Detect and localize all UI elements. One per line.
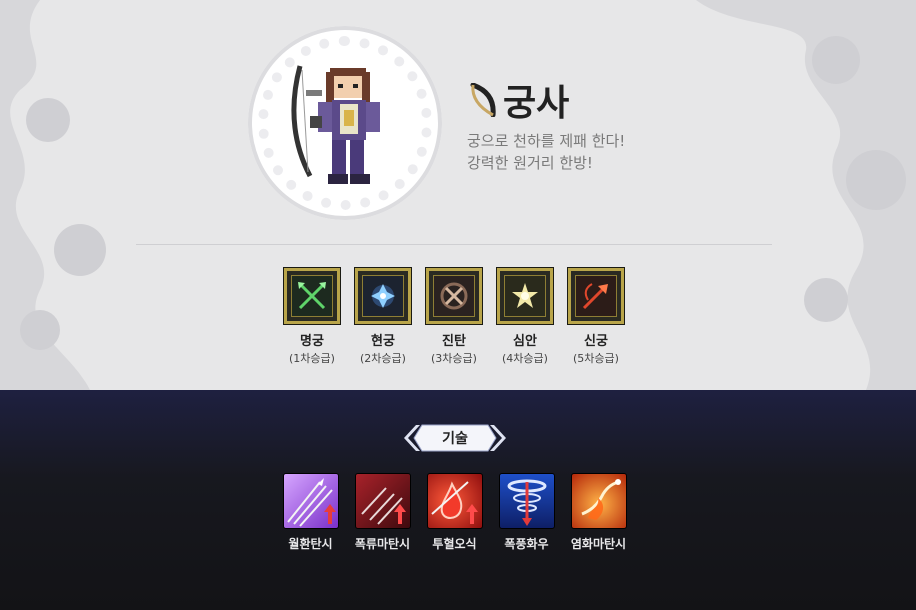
advancement-name: 심안 (513, 334, 537, 349)
advancement-name: 진탄 (442, 334, 466, 349)
skill-name: 폭류마탄시 (354, 537, 411, 551)
advancement-tier: (5차승급) (573, 352, 619, 365)
advancement-name: 현궁 (371, 334, 395, 349)
advancement-item-simam[interactable]: 심안 (4차승급) (496, 267, 554, 366)
character-portrait (248, 26, 442, 220)
advancement-icon-frame (496, 267, 554, 325)
x-seal-icon (440, 282, 468, 310)
advancement-icon-frame (283, 267, 341, 325)
left-cloud-decoration (0, 0, 106, 390)
skill-item-tuhyeolosik[interactable]: 투혈오식 (426, 473, 483, 552)
skill-icon-frame (570, 473, 627, 529)
skill-name: 월환탄시 (288, 537, 333, 551)
archer-character-icon (291, 65, 380, 184)
advancement-tier: (4차승급) (502, 352, 548, 365)
crossed-arrows-icon (298, 282, 326, 310)
class-title: 궁사 (467, 74, 569, 126)
advancement-item-hyeongung[interactable]: 현궁 (2차승급) (354, 267, 412, 366)
flame-arrow-icon (580, 479, 621, 520)
storm-arrow-icon (507, 479, 546, 526)
advancement-tier: (2차승급) (360, 352, 406, 365)
moon-arrows-icon (286, 478, 336, 527)
skill-name: 염화마탄시 (570, 537, 627, 551)
section-divider (136, 244, 772, 245)
advancement-list: 명궁 (1차승급) 현궁 (2차승급) 진탄 (3차승급) 심안 (4차승급) … (283, 267, 625, 366)
skill-item-pokryumatansi[interactable]: 폭류마탄시 (354, 473, 411, 552)
skills-list: 월환탄시 폭류마탄시 투혈오식 폭풍화우 염화마탄시 (282, 473, 627, 552)
description-line-1: 궁으로 천하를 제패 한다! (467, 132, 626, 150)
skill-icon-frame (354, 473, 411, 529)
description-line-2: 강력한 원거리 한방! (467, 154, 593, 172)
advancement-item-singung[interactable]: 신궁 (5차승급) (567, 267, 625, 366)
advancement-icon-frame (567, 267, 625, 325)
advancement-icon-frame (425, 267, 483, 325)
skill-icon-frame (426, 473, 483, 529)
advancement-tier: (3차승급) (431, 352, 477, 365)
skills-section-header: 기술 (404, 423, 506, 453)
advancement-item-jintan[interactable]: 진탄 (3차승급) (425, 267, 483, 366)
skill-item-yeomhwamatansi[interactable]: 염화마탄시 (570, 473, 627, 552)
advancement-name: 명궁 (300, 334, 324, 349)
advancement-tier: (1차승급) (289, 352, 335, 365)
skill-item-pokpunghwau[interactable]: 폭풍화우 (498, 473, 555, 552)
radiant-eye-icon (512, 283, 538, 308)
advancement-name: 신궁 (584, 334, 608, 349)
skills-section-title: 기술 (442, 431, 468, 447)
fire-arrow-icon (582, 283, 608, 310)
class-name: 궁사 (503, 83, 570, 124)
torrent-arrows-icon (360, 487, 406, 525)
frost-arrow-icon (371, 284, 395, 308)
class-description: 궁으로 천하를 제패 한다! 강력한 원거리 한방! (467, 130, 625, 174)
skill-icon-frame (282, 473, 339, 529)
advancement-icon-frame (354, 267, 412, 325)
skill-name: 투혈오식 (432, 537, 477, 551)
bow-icon (470, 83, 496, 117)
skill-name: 폭풍화우 (504, 537, 549, 551)
advancement-item-myeonggung[interactable]: 명궁 (1차승급) (283, 267, 341, 366)
skill-item-wolhwantansi[interactable]: 월환탄시 (282, 473, 339, 552)
skills-panel: 기술 월환탄시 폭류마탄시 투혈오식 폭풍화우 염화마탄시 (0, 390, 916, 610)
blood-drop-icon (430, 481, 478, 524)
skill-icon-frame (498, 473, 555, 529)
job-intro-panel: 궁사 궁으로 천하를 제패 한다! 강력한 원거리 한방! 명궁 (1차승급) (0, 0, 916, 390)
right-cloud-decoration (586, 0, 916, 390)
